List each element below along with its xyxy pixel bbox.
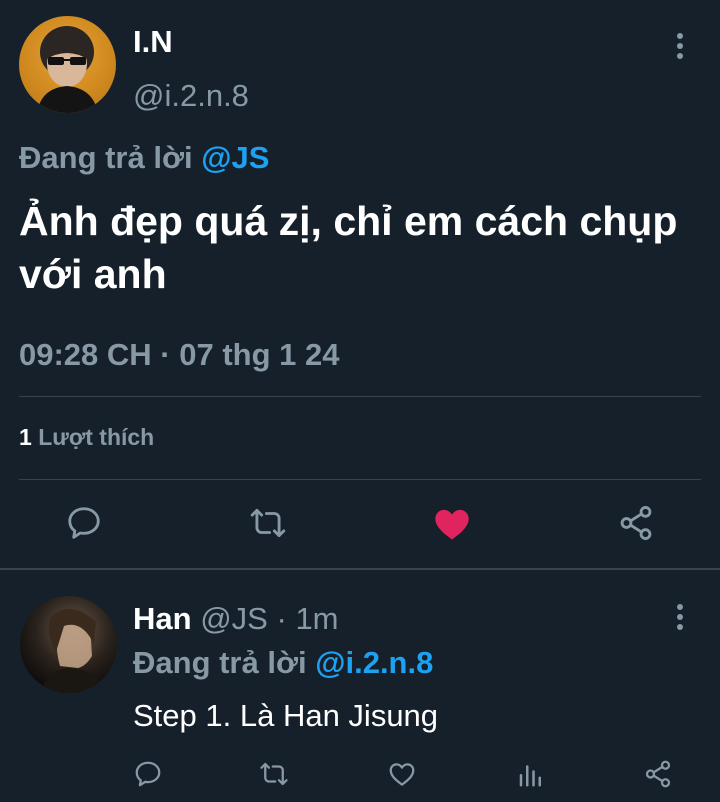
reply-author-line: Han @JS · 1m xyxy=(133,601,339,637)
reply-replying-to-mention[interactable]: @i.2.n.8 xyxy=(315,645,433,680)
reply-text: Step 1. Là Han Jisung xyxy=(133,698,439,733)
reply-replying-to-line: Đang trả lời @i.2.n.8 xyxy=(133,645,433,681)
replying-to-mention[interactable]: @JS xyxy=(201,140,269,175)
comment-icon[interactable] xyxy=(132,758,164,790)
tweet-text: Ảnh đẹp quá zị, chỉ em cách chụp với anh xyxy=(19,198,678,297)
replying-prefix: Đang trả lời xyxy=(19,140,193,175)
reply-replying-prefix: Đang trả lời xyxy=(133,645,307,680)
reply-time-ago[interactable]: 1m xyxy=(295,601,338,636)
author-handle[interactable]: @i.2.n.8 xyxy=(133,78,249,114)
meta-separator: · xyxy=(276,601,287,636)
share-icon[interactable] xyxy=(616,503,656,543)
share-icon[interactable] xyxy=(642,758,674,790)
reply-author-name[interactable]: Han xyxy=(133,601,192,636)
replying-to-line: Đang trả lời @JS xyxy=(19,140,269,176)
more-vertical-icon[interactable] xyxy=(670,32,690,64)
heart-outline-icon[interactable] xyxy=(386,758,418,790)
like-count-number: 1 xyxy=(19,424,32,450)
analytics-icon[interactable] xyxy=(515,758,547,790)
avatar-image xyxy=(40,608,106,693)
more-vertical-icon[interactable] xyxy=(670,603,690,635)
section-divider xyxy=(0,568,720,570)
avatar-image xyxy=(37,26,98,113)
heart-icon[interactable] xyxy=(431,503,473,545)
comment-icon[interactable] xyxy=(64,503,104,543)
reply-author-handle[interactable]: @JS xyxy=(200,601,268,636)
divider xyxy=(19,396,701,397)
like-count-label: Lượt thích xyxy=(38,424,155,450)
retweet-icon[interactable] xyxy=(258,758,290,790)
likes-count[interactable]: 1 Lượt thích xyxy=(19,424,154,451)
author-name[interactable]: I.N xyxy=(133,24,173,60)
reply-author-avatar[interactable] xyxy=(20,596,117,693)
retweet-icon[interactable] xyxy=(248,503,288,543)
author-avatar[interactable] xyxy=(19,16,116,113)
divider xyxy=(19,479,701,480)
tweet-timestamp[interactable]: 09:28 CH · 07 thg 1 24 xyxy=(19,337,339,373)
